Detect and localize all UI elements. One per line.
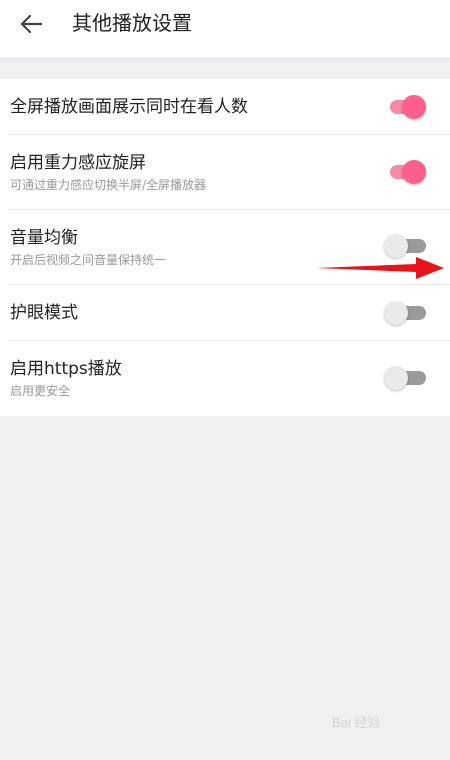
toggle-knob <box>384 366 408 390</box>
toggle-knob <box>384 234 408 258</box>
toggle-knob <box>384 301 408 325</box>
setting-row-https[interactable]: 启用https播放 启用更安全 <box>0 341 450 416</box>
setting-subtitle: 开启后视频之间音量保持统一 <box>10 253 167 267</box>
settings-list: 全屏播放画面展示同时在看人数 启用重力感应旋屏 可通过重力感应切换半屏/全屏播放… <box>0 79 450 416</box>
eye-care-toggle[interactable] <box>384 299 428 327</box>
setting-row-eye-care[interactable]: 护眼模式 <box>0 285 450 341</box>
page-title: 其他播放设置 <box>72 11 192 35</box>
viewer-count-toggle[interactable] <box>384 93 428 121</box>
arrow-left-icon <box>20 14 42 34</box>
app-bar: 其他播放设置 <box>0 0 450 58</box>
setting-title: 护眼模式 <box>10 303 78 323</box>
setting-title: 音量均衡 <box>10 228 78 248</box>
setting-title: 启用重力感应旋屏 <box>10 153 146 173</box>
setting-row-viewer-count[interactable]: 全屏播放画面展示同时在看人数 <box>0 79 450 135</box>
red-arrow-annotation-icon <box>316 257 444 279</box>
baidu-watermark: Bai 经验 <box>332 715 381 730</box>
setting-subtitle: 启用更安全 <box>10 384 71 398</box>
setting-title: 全屏播放画面展示同时在看人数 <box>10 97 248 117</box>
toggle-knob <box>402 160 426 184</box>
setting-row-gravity-rotate[interactable]: 启用重力感应旋屏 可通过重力感应切换半屏/全屏播放器 <box>0 135 450 210</box>
toggle-knob <box>402 95 426 119</box>
setting-subtitle: 可通过重力感应切换半屏/全屏播放器 <box>10 178 207 192</box>
back-button[interactable] <box>12 6 52 42</box>
gravity-rotate-toggle[interactable] <box>384 158 428 186</box>
https-toggle[interactable] <box>384 364 428 392</box>
setting-title: 启用https播放 <box>10 359 122 379</box>
